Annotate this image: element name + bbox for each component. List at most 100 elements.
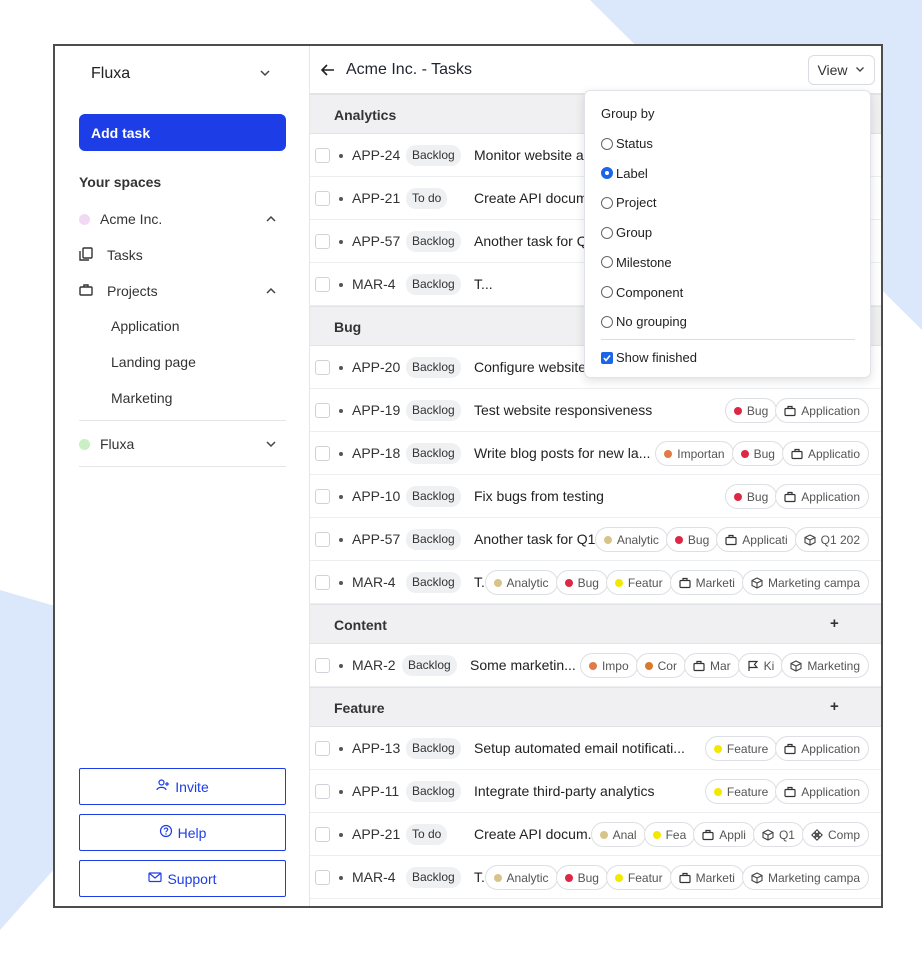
invite-button[interactable]: Invite [79,768,286,805]
task-row[interactable]: APP-57 Backlog Another task for Q1 ... Anal… [310,518,881,561]
view-button[interactable]: View [808,55,875,85]
task-tag[interactable]: Ki [737,653,784,678]
status-badge[interactable]: Backlog [406,145,461,166]
group-by-option-no-grouping[interactable]: No grouping [601,314,687,329]
project-marketing[interactable]: Marketing [111,390,172,406]
task-tag[interactable]: Analytic [484,865,558,890]
task-title[interactable]: Fix bugs from testing [474,488,604,504]
task-row[interactable]: APP-13 Backlog Setup automated email notif… [310,727,881,770]
task-row[interactable]: APP-11 Backlog Integrate third-party analy… [310,770,881,813]
task-tag[interactable]: Appli [693,822,755,847]
support-button[interactable]: Support [79,860,286,897]
task-tag[interactable]: Marketi [669,865,744,890]
task-row[interactable]: APP-21 To do Create API docum... Anal Fea App… [310,813,881,856]
task-row[interactable]: APP-10 Backlog Fix bugs from testing Bug App… [310,475,881,518]
task-title[interactable]: T... [474,276,493,292]
chevron-down-icon[interactable] [264,437,278,454]
task-title[interactable]: Another task for Q [474,233,588,249]
group-by-option-project[interactable]: Project [601,195,656,210]
task-tag[interactable]: Impo [579,653,638,678]
task-tag[interactable]: Marketing [781,653,869,678]
group-by-option-label[interactable]: Label [601,166,648,181]
task-tag[interactable]: Bug [555,570,608,595]
task-title[interactable]: Monitor website a [474,147,584,163]
task-tag[interactable]: Featur [605,570,672,595]
task-checkbox[interactable] [315,360,330,375]
status-badge[interactable]: To do [406,824,448,845]
add-to-group-button[interactable]: + [830,615,839,632]
group-header[interactable]: Feature + [310,687,881,727]
task-tag[interactable]: Comp [801,822,869,847]
task-checkbox[interactable] [315,446,330,461]
task-tag[interactable]: Marketing campa [741,865,869,890]
task-title[interactable]: Integrate third-party analytics [474,783,655,799]
task-checkbox[interactable] [315,191,330,206]
project-application[interactable]: Application [111,318,180,334]
group-by-option-group[interactable]: Group [601,225,652,240]
task-title[interactable]: Some marketin... [470,657,576,673]
task-title[interactable]: Setup automated email notificati... [474,740,685,756]
task-tag[interactable]: Q1 [752,822,804,847]
status-badge[interactable]: Backlog [406,400,461,421]
task-row[interactable]: APP-18 Backlog Write blog posts for new la… [310,432,881,475]
task-row[interactable]: APP-19 Backlog Test website responsiveness… [310,389,881,432]
help-button[interactable]: Help [79,814,286,851]
task-tag[interactable]: Importan [655,441,734,466]
task-checkbox[interactable] [315,658,330,673]
task-tag[interactable]: Analytic [484,570,558,595]
task-checkbox[interactable] [315,784,330,799]
task-checkbox[interactable] [315,741,330,756]
task-tag[interactable]: Mar [683,653,740,678]
task-title[interactable]: Test website responsiveness [474,402,652,418]
task-tag[interactable]: Bug [665,527,719,552]
task-checkbox[interactable] [315,575,330,590]
group-by-option-component[interactable]: Component [601,285,683,300]
task-tag[interactable]: Feature [704,779,778,804]
task-checkbox[interactable] [315,403,330,418]
task-checkbox[interactable] [315,870,330,885]
task-tag[interactable]: Marketi [669,570,744,595]
sidebar-item-fluxa[interactable]: Fluxa [79,432,286,456]
task-tag[interactable]: Q1 202 [794,527,869,552]
sidebar-item-projects[interactable]: Projects [79,279,286,303]
arrow-left-icon[interactable] [320,62,336,83]
chevron-up-icon[interactable] [264,212,278,229]
task-title[interactable]: Create API docum... [474,826,599,842]
group-header[interactable]: Content + [310,604,881,644]
task-checkbox[interactable] [315,532,330,547]
task-tag[interactable]: Bug [724,484,778,509]
task-tag[interactable]: Fea [643,822,696,847]
sidebar-item-tasks[interactable]: Tasks [79,243,286,267]
task-tag[interactable]: Featur [605,865,672,890]
status-badge[interactable]: Backlog [406,486,461,507]
status-badge[interactable]: Backlog [406,738,461,759]
project-landing-page[interactable]: Landing page [111,354,196,370]
task-row[interactable]: MAR-4 Backlog T... Analytic Bug Featur Marketi… [310,856,881,899]
task-checkbox[interactable] [315,234,330,249]
status-badge[interactable]: Backlog [406,274,461,295]
task-title[interactable]: Configure website [474,359,586,375]
task-tag[interactable]: Application [775,398,869,423]
status-badge[interactable]: Backlog [406,231,461,252]
status-badge[interactable]: To do [406,188,448,209]
status-badge[interactable]: Backlog [406,572,461,593]
task-tag[interactable]: Bug [555,865,608,890]
chevron-up-icon[interactable] [264,284,278,301]
task-tag[interactable]: Cor [635,653,686,678]
status-badge[interactable]: Backlog [406,529,461,550]
task-tag[interactable]: Feature [704,736,778,761]
task-tag[interactable]: Application [775,484,869,509]
group-by-option-milestone[interactable]: Milestone [601,255,672,270]
show-finished-checkbox[interactable]: Show finished [601,350,697,365]
sidebar-item-acme[interactable]: Acme Inc. [79,207,286,231]
status-badge[interactable]: Backlog [406,443,461,464]
group-by-option-status[interactable]: Status [601,136,653,151]
workspace-name[interactable]: Fluxa [91,65,130,83]
task-tag[interactable]: Bug [731,441,784,466]
chevron-down-icon[interactable] [258,66,272,85]
task-tag[interactable]: Anal [590,822,646,847]
task-checkbox[interactable] [315,148,330,163]
task-tag[interactable]: Applicatio [781,441,869,466]
status-badge[interactable]: Backlog [406,357,461,378]
task-row[interactable]: MAR-2 Backlog Some marketin... Impo Cor Mar Ki… [310,644,881,687]
